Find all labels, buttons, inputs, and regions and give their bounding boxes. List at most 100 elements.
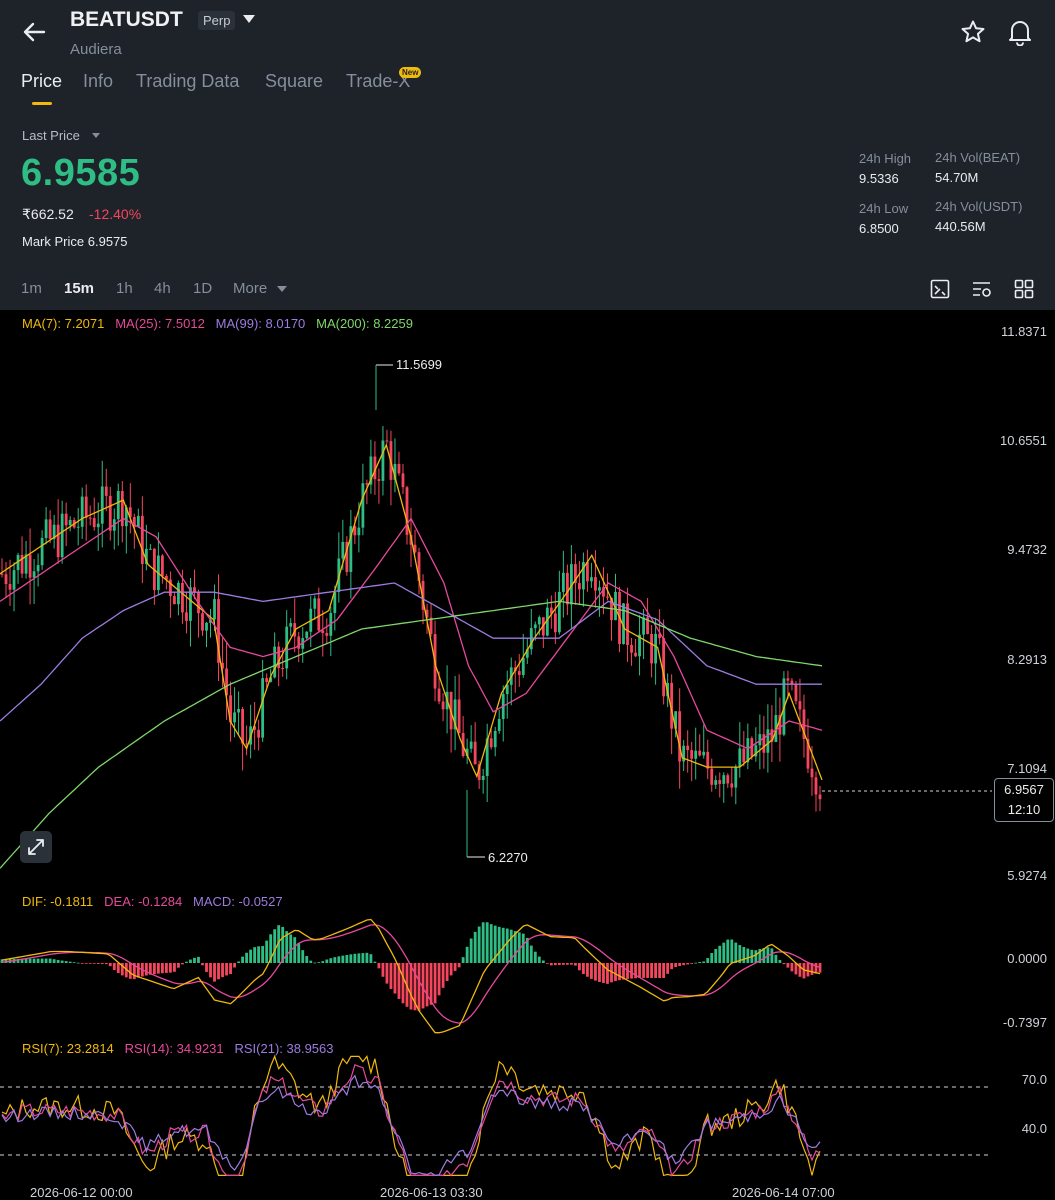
macd-histogram-bar bbox=[373, 961, 377, 963]
rsi-line-0 bbox=[1, 1054, 821, 1177]
candle-body bbox=[120, 490, 124, 527]
candle-body bbox=[429, 617, 433, 635]
expand-icon[interactable] bbox=[20, 831, 52, 863]
candle-body bbox=[722, 775, 726, 784]
macd-histogram-bar bbox=[389, 963, 393, 990]
candle-body bbox=[261, 678, 265, 738]
macd-histogram-bar bbox=[88, 963, 92, 964]
candle-body bbox=[213, 599, 216, 620]
candle-body bbox=[205, 622, 208, 631]
rsi14-legend: RSI(14): 34.9231 bbox=[124, 1041, 224, 1056]
macd-histogram-bar bbox=[205, 963, 208, 972]
candle-body bbox=[726, 775, 730, 784]
macd-histogram-bar bbox=[209, 963, 212, 978]
candle-body bbox=[650, 634, 653, 664]
candle-body bbox=[56, 524, 60, 558]
macd-histogram-bar bbox=[257, 946, 261, 963]
candle-body bbox=[48, 519, 52, 539]
macd-histogram-bar bbox=[774, 954, 778, 963]
candle-body bbox=[481, 775, 485, 780]
candle-body bbox=[193, 587, 196, 592]
macd-histogram-bar bbox=[598, 963, 601, 982]
current-price-tag: 6.9567 12:10 bbox=[994, 778, 1054, 822]
macd-histogram-bar bbox=[169, 963, 172, 973]
macd-histogram-bar bbox=[726, 939, 730, 963]
time-axis-label: 2026-06-14 07:00 bbox=[732, 1185, 835, 1200]
macd-histogram-bar bbox=[457, 963, 461, 968]
candle-body bbox=[100, 486, 104, 524]
candle-body bbox=[0, 573, 4, 575]
candle-body bbox=[630, 644, 633, 653]
macd-histogram-bar bbox=[590, 963, 593, 979]
macd-histogram-bar bbox=[104, 963, 108, 965]
candle-body bbox=[237, 708, 240, 713]
candle-body bbox=[634, 652, 637, 657]
rsi21-legend: RSI(21): 38.9563 bbox=[234, 1041, 334, 1056]
macd-histogram-bar bbox=[646, 963, 649, 978]
macd-histogram-bar bbox=[658, 963, 662, 979]
candle-body bbox=[397, 463, 401, 474]
candle-body bbox=[714, 780, 718, 785]
candle-body bbox=[201, 613, 204, 631]
macd-histogram-bar bbox=[249, 949, 253, 963]
ma-legend: MA(7): 7.2071 MA(25): 7.5012 MA(99): 8.0… bbox=[22, 316, 413, 331]
macd-histogram-bar bbox=[770, 948, 774, 963]
macd-histogram-bar bbox=[485, 922, 489, 963]
macd-histogram-bar bbox=[293, 937, 297, 963]
price-chart[interactable] bbox=[0, 0, 1055, 1200]
macd-histogram-bar bbox=[48, 958, 52, 963]
candle-body bbox=[798, 701, 802, 710]
macd-histogram-bar bbox=[357, 953, 361, 963]
macd-histogram-bar bbox=[245, 952, 249, 963]
candle-body bbox=[561, 572, 565, 592]
macd-histogram-bar bbox=[638, 963, 641, 978]
macd-histogram-bar bbox=[473, 931, 477, 963]
candle-body bbox=[64, 513, 68, 526]
macd-histogram-bar bbox=[650, 963, 653, 978]
ma99-line bbox=[0, 582, 822, 722]
macd-histogram-bar bbox=[333, 957, 337, 963]
candle-body bbox=[4, 574, 8, 585]
candle-body bbox=[185, 612, 188, 621]
macd-histogram-bar bbox=[561, 963, 565, 965]
rsi-legend: RSI(7): 23.2814 RSI(14): 34.9231 RSI(21)… bbox=[22, 1041, 334, 1056]
candle-body bbox=[493, 730, 497, 748]
macd-histogram-bar bbox=[281, 926, 285, 963]
candle-body bbox=[96, 523, 100, 528]
price-axis-label: 11.8371 bbox=[1000, 324, 1047, 339]
macd-legend: DIF: -0.1811 DEA: -0.1284 MACD: -0.0527 bbox=[22, 894, 283, 909]
ma7-legend: MA(7): 7.2071 bbox=[22, 316, 105, 331]
ma200-line bbox=[0, 600, 823, 869]
macd-histogram-bar bbox=[730, 939, 734, 963]
macd-histogram-bar bbox=[92, 963, 96, 964]
candle-body bbox=[88, 517, 92, 519]
macd-histogram-bar bbox=[541, 960, 545, 963]
rsi7-legend: RSI(7): 23.2814 bbox=[22, 1041, 114, 1056]
candle-body bbox=[140, 515, 144, 564]
candle-body bbox=[517, 671, 521, 675]
candle-body bbox=[377, 479, 381, 481]
macd-histogram-bar bbox=[100, 963, 104, 965]
candle-body bbox=[60, 513, 64, 558]
high-marker-label: 11.5699 bbox=[396, 357, 443, 372]
rsi-axis-label: 70.0 bbox=[1021, 1072, 1047, 1087]
macd-histogram-bar bbox=[313, 962, 317, 964]
candle-body bbox=[385, 440, 389, 442]
macd-histogram-bar bbox=[301, 950, 305, 963]
macd-histogram-bar bbox=[112, 963, 116, 970]
macd-histogram-bar bbox=[233, 963, 236, 968]
candle-body bbox=[702, 751, 706, 756]
macd-histogram-bar bbox=[553, 963, 557, 966]
macd-axis-label: 0.0000 bbox=[1007, 951, 1047, 966]
candle-body bbox=[742, 748, 746, 763]
macd-histogram-bar bbox=[32, 958, 36, 963]
macd-histogram-bar bbox=[674, 963, 678, 968]
macd-histogram-bar bbox=[497, 926, 501, 963]
macd-histogram-bar bbox=[578, 963, 581, 971]
candle-body bbox=[718, 780, 722, 784]
macd-histogram-bar bbox=[441, 963, 445, 988]
candle-body bbox=[473, 741, 477, 765]
candle-body bbox=[265, 678, 269, 682]
macd-histogram-bar bbox=[156, 963, 160, 974]
candle-body bbox=[273, 646, 277, 678]
